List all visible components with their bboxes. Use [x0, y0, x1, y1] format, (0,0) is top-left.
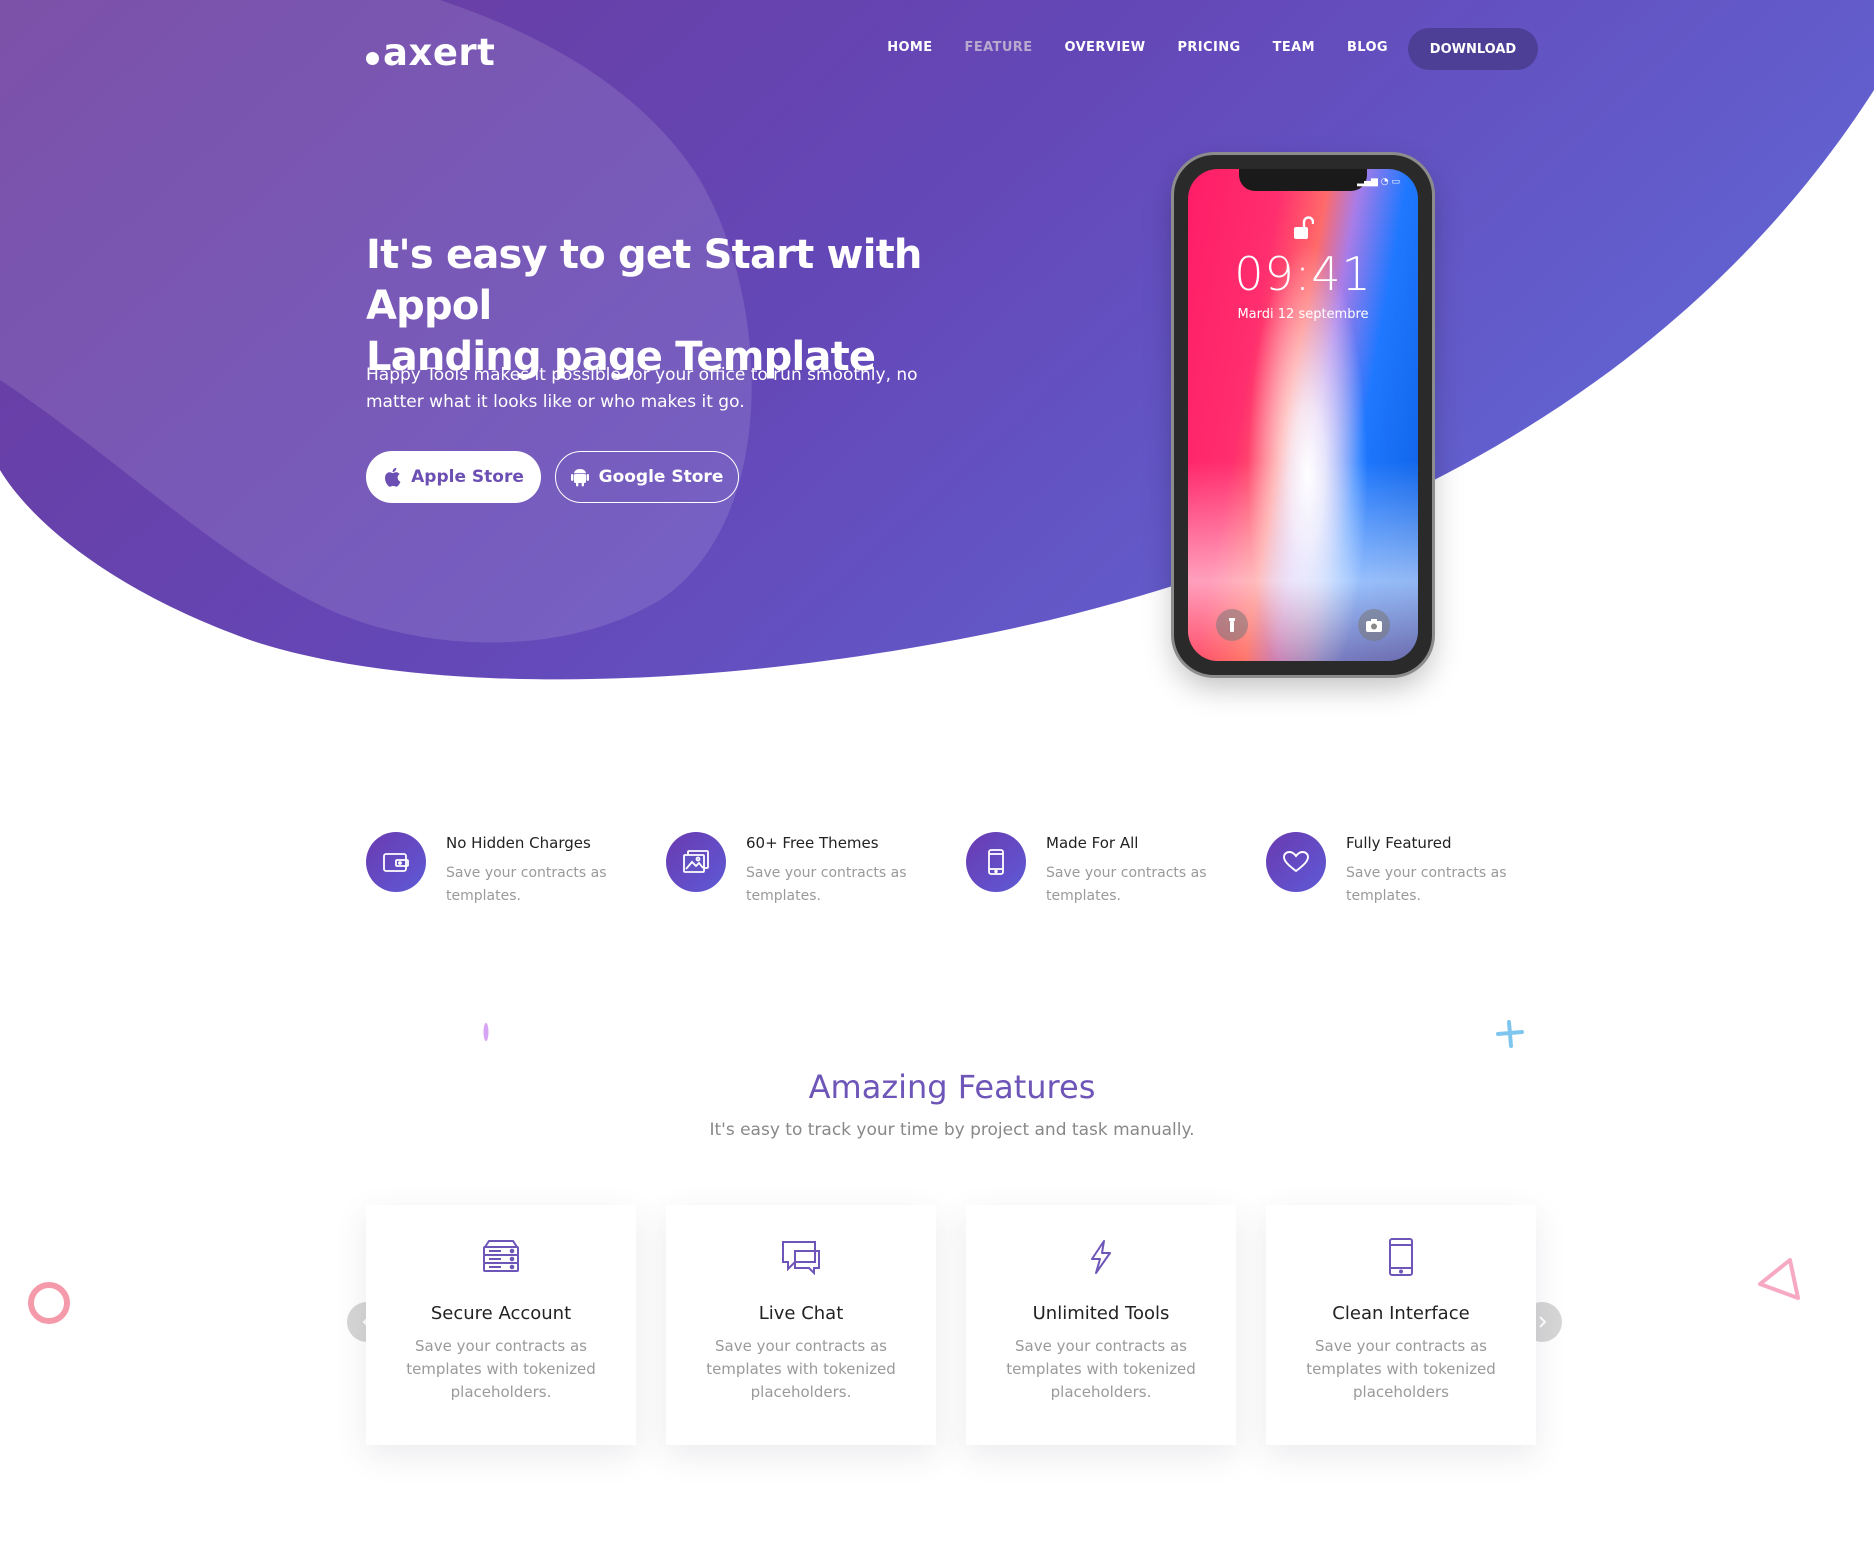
mini-feature-item: No Hidden Charges Save your contracts as…	[366, 830, 646, 910]
features-section-title: Amazing Features	[808, 1068, 1096, 1106]
gallery-icon	[666, 832, 726, 892]
mini-feature-title: Made For All	[1046, 834, 1139, 852]
phone-notch	[1239, 169, 1367, 191]
mini-feature-title: No Hidden Charges	[446, 834, 591, 852]
nav-item-team[interactable]: TEAM	[1273, 40, 1315, 55]
landing-page: axert HOME FEATURE OVERVIEW PRICING TEAM…	[0, 0, 1874, 1559]
android-icon	[570, 467, 589, 487]
apple-store-button[interactable]: Apple Store	[366, 451, 541, 503]
features-carousel: Secure Account Save your contracts as te…	[366, 1205, 1538, 1445]
hero-subtitle: Happy Tools makes it possible for your o…	[366, 362, 946, 416]
apple-icon	[383, 467, 401, 487]
mini-feature-desc: Save your contracts as templates.	[1046, 865, 1207, 904]
features-section-subtitle: It's easy to track your time by project …	[709, 1120, 1195, 1140]
feature-card: Secure Account Save your contracts as te…	[366, 1205, 636, 1445]
mini-feature-desc: Save your contracts as templates.	[1346, 865, 1507, 904]
nav-item-blog[interactable]: BLOG	[1347, 40, 1388, 55]
feature-card-desc: Save your contracts as templates with to…	[406, 1337, 596, 1401]
phone-mockup: ▂▄▆ ◔ ▭ 09:41 Mardi 12 septembre	[1174, 155, 1432, 675]
nav-item-pricing[interactable]: PRICING	[1177, 40, 1240, 55]
nav-item-overview[interactable]: OVERVIEW	[1064, 40, 1145, 55]
feature-card-title: Clean Interface	[1332, 1303, 1470, 1324]
nav-item-feature[interactable]: FEATURE	[965, 40, 1033, 55]
nav-item-home[interactable]: HOME	[887, 40, 932, 55]
phone-date: Mardi 12 septembre	[1237, 307, 1369, 322]
smartphone-icon	[1379, 1235, 1423, 1279]
feature-card: Unlimited Tools Save your contracts as t…	[966, 1205, 1236, 1445]
mini-feature-item: 60+ Free Themes Save your contracts as t…	[666, 830, 946, 910]
mini-feature-desc: Save your contracts as templates.	[446, 865, 607, 904]
decor-oval-shape	[483, 1023, 489, 1041]
camera-icon	[1358, 609, 1390, 641]
mini-feature-title: Fully Featured	[1346, 834, 1452, 852]
phone-time: 09:41	[1234, 247, 1372, 301]
logo-dot	[366, 52, 379, 65]
decor-plus-shape	[1496, 1020, 1524, 1048]
wallet-icon	[366, 832, 426, 892]
logo-text: axert	[383, 31, 496, 74]
hero-title: It's easy to get Start with Appol Landin…	[366, 230, 986, 383]
feature-card: Clean Interface Save your contracts as t…	[1266, 1205, 1536, 1445]
hero-title-line1: It's easy to get Start with Appol	[366, 232, 922, 329]
lightning-icon	[1079, 1235, 1123, 1279]
decor-ring-shape	[28, 1282, 70, 1324]
feature-card-title: Unlimited Tools	[1032, 1303, 1170, 1324]
mini-feature-title: 60+ Free Themes	[746, 834, 879, 852]
signal-icon: ▂▄▆ ◔ ▭	[1357, 177, 1400, 187]
chat-icon	[779, 1235, 823, 1279]
mobile-icon	[966, 832, 1026, 892]
feature-card-desc: Save your contracts as templates with to…	[1306, 1337, 1496, 1401]
download-button[interactable]: DOWNLOAD	[1408, 28, 1538, 70]
feature-card-desc: Save your contracts as templates with to…	[706, 1337, 896, 1401]
phone-screen: ▂▄▆ ◔ ▭ 09:41 Mardi 12 septembre	[1188, 169, 1418, 661]
apple-store-label: Apple Store	[411, 467, 524, 487]
navbar: axert HOME FEATURE OVERVIEW PRICING TEAM…	[366, 28, 1538, 71]
feature-card: Live Chat Save your contracts as templat…	[666, 1205, 936, 1445]
mini-feature-item: Fully Featured Save your contracts as te…	[1266, 830, 1546, 910]
heart-icon	[1266, 832, 1326, 892]
mini-features: No Hidden Charges Save your contracts as…	[366, 830, 1538, 910]
feature-card-title: Live Chat	[758, 1303, 844, 1324]
feature-card-desc: Save your contracts as templates with to…	[1006, 1337, 1196, 1401]
feature-card-title: Secure Account	[430, 1303, 572, 1324]
logo[interactable]: axert	[366, 34, 495, 71]
chevron-right-icon	[1539, 1316, 1547, 1328]
server-icon	[479, 1235, 523, 1279]
nav-menu: HOME FEATURE OVERVIEW PRICING TEAM BLOG	[855, 40, 1388, 55]
flashlight-icon	[1216, 609, 1248, 641]
hero-subtitle-line1: Happy Tools makes it possible for your o…	[366, 365, 918, 385]
hero-subtitle-line2: matter what it looks like or who makes i…	[366, 392, 745, 412]
google-store-button[interactable]: Google Store	[555, 451, 739, 503]
google-store-label: Google Store	[598, 467, 724, 487]
mini-feature-item: Made For All Save your contracts as temp…	[966, 830, 1246, 910]
decor-triangle-shape	[1758, 1258, 1800, 1300]
mini-feature-desc: Save your contracts as templates.	[746, 865, 907, 904]
unlock-icon	[1292, 215, 1315, 246]
